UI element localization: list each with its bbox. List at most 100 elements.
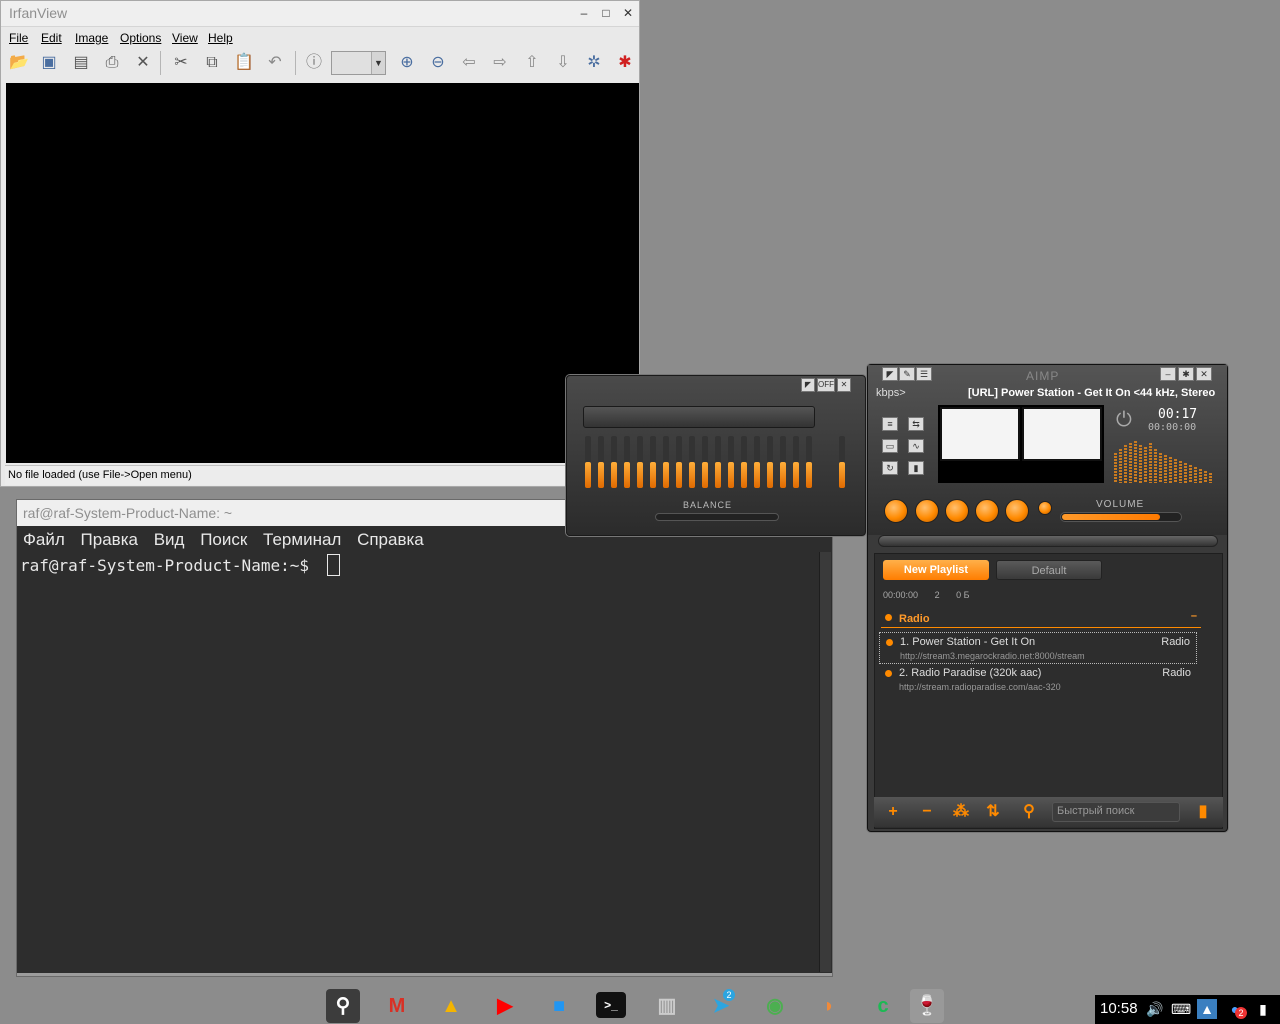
menu-file[interactable]: Файл <box>23 530 65 549</box>
eq-band-slider[interactable] <box>741 436 747 488</box>
youtube-icon[interactable]: ▶ <box>488 989 522 1023</box>
tab-default[interactable]: Default <box>996 560 1102 580</box>
eq-toggle-button[interactable]: ∿ <box>908 439 924 453</box>
quick-search-input[interactable]: Быстрый поиск <box>1052 802 1180 822</box>
eq-band-slider[interactable] <box>676 436 682 488</box>
search-icon[interactable]: ⚲ <box>1018 802 1040 822</box>
drive-icon[interactable]: ▲ <box>434 989 468 1023</box>
zoom-out-icon[interactable]: ⊖ <box>426 51 450 75</box>
remove-icon[interactable]: − <box>916 802 938 822</box>
balance-slider[interactable] <box>655 513 779 521</box>
eq-band-slider[interactable] <box>663 436 669 488</box>
power-icon[interactable]: ⏻ <box>1116 409 1132 432</box>
volume-icon[interactable]: 🔊 <box>1145 999 1165 1019</box>
aimp-settings-button[interactable]: ✎ <box>899 367 915 381</box>
next-button[interactable] <box>1005 499 1029 523</box>
eq-band-slider[interactable] <box>715 436 721 488</box>
gmail-icon[interactable]: M <box>380 989 414 1023</box>
repeat-button[interactable]: ↻ <box>882 461 898 475</box>
menu-edit[interactable]: Правка <box>81 530 138 549</box>
add-icon[interactable]: + <box>882 802 904 822</box>
aimp-skin-button[interactable]: ☰ <box>916 367 932 381</box>
eq-band-slider[interactable] <box>754 436 760 488</box>
app-icon[interactable]: ◗ <box>812 989 846 1023</box>
last-file-icon[interactable]: ⇩ <box>551 51 575 75</box>
menu-help[interactable]: Help <box>208 31 233 45</box>
pin-button[interactable]: ✱ <box>1178 367 1194 381</box>
playlist-button[interactable]: ▭ <box>882 439 898 453</box>
eq-band-slider[interactable] <box>598 436 604 488</box>
terminal-icon[interactable]: >_ <box>596 992 626 1018</box>
keyboard-icon[interactable]: ⌨ <box>1171 999 1191 1019</box>
clock[interactable]: 10:58 <box>1100 1000 1138 1017</box>
eq-band-slider[interactable] <box>806 436 812 488</box>
next-icon[interactable]: ⇨ <box>488 51 512 75</box>
zoom-in-icon[interactable]: ⊕ <box>395 51 419 75</box>
save-icon[interactable]: ▤ <box>69 51 93 75</box>
info-icon[interactable]: ⓘ <box>302 51 326 75</box>
print-icon[interactable]: ⎙ <box>100 51 124 75</box>
menu-view[interactable]: View <box>172 31 198 45</box>
paste-icon[interactable]: 📋 <box>232 51 256 75</box>
eject-button[interactable] <box>1038 501 1052 515</box>
menu-help[interactable]: Справка <box>357 530 424 549</box>
pause-button[interactable] <box>915 499 939 523</box>
ab-repeat-button[interactable]: ≡ <box>882 417 898 431</box>
zoom-select[interactable]: ▼ <box>331 51 386 75</box>
maximize-button[interactable]: □ <box>597 4 615 22</box>
list-item[interactable]: 1. Power Station - Get It On http://stre… <box>879 632 1197 664</box>
copy-icon[interactable]: ⧉ <box>200 51 224 75</box>
delete-icon[interactable]: ✕ <box>131 51 155 75</box>
menu-options[interactable]: Options <box>120 31 161 45</box>
eq-off-button[interactable]: OFF <box>817 378 835 392</box>
eq-preset-bar[interactable] <box>583 406 815 428</box>
tab-new-playlist[interactable]: New Playlist <box>883 560 989 580</box>
settings-icon[interactable]: ✲ <box>582 51 606 75</box>
minimize-button[interactable]: – <box>1160 367 1176 381</box>
sort-icon[interactable]: ⇅ <box>982 802 1004 822</box>
menu-terminal[interactable]: Терминал <box>263 530 341 549</box>
eq-band-slider[interactable] <box>728 436 734 488</box>
about-icon[interactable]: ✱ <box>613 51 637 75</box>
eq-band-slider[interactable] <box>585 436 591 488</box>
thumbnails-icon[interactable]: ▣ <box>37 51 61 75</box>
eq-band-slider[interactable] <box>611 436 617 488</box>
minimize-button[interactable]: – <box>575 4 593 22</box>
wifi-icon[interactable]: ▮ <box>1253 999 1273 1019</box>
shuffle-button[interactable]: ⇆ <box>908 417 924 431</box>
collapse-icon[interactable]: – <box>1191 610 1197 622</box>
wine-icon[interactable]: 🍷 <box>910 989 944 1023</box>
image-canvas[interactable] <box>6 83 639 463</box>
eq-band-slider[interactable] <box>767 436 773 488</box>
menu-image[interactable]: Image <box>75 31 108 45</box>
previous-button[interactable] <box>975 499 999 523</box>
stop-button[interactable] <box>945 499 969 523</box>
visualization-button[interactable]: ▮ <box>908 461 924 475</box>
eq-band-slider[interactable] <box>624 436 630 488</box>
clipgrab-icon[interactable]: ᴄ <box>866 989 900 1023</box>
menu-file[interactable]: File <box>9 31 28 45</box>
close-icon[interactable]: ✕ <box>837 378 851 392</box>
eq-band-slider[interactable] <box>702 436 708 488</box>
eq-band-slider[interactable] <box>689 436 695 488</box>
cut-icon[interactable]: ✂ <box>169 51 193 75</box>
file-icon[interactable]: ▮ <box>1192 802 1214 822</box>
seek-bar[interactable] <box>878 535 1218 547</box>
close-button[interactable]: ✕ <box>1196 367 1212 381</box>
playlist-group[interactable]: Radio – <box>881 608 1201 628</box>
eq-band-slider[interactable] <box>780 436 786 488</box>
menu-view[interactable]: Вид <box>154 530 185 549</box>
irfanview-titlebar[interactable]: IrfanView – □ ✕ <box>1 1 639 27</box>
eq-band-slider[interactable] <box>793 436 799 488</box>
eq-band-slider[interactable] <box>637 436 643 488</box>
trash-icon[interactable]: ▥ <box>650 989 684 1023</box>
eq-preamp-slider[interactable] <box>839 436 845 488</box>
open-folder-icon[interactable]: 📂 <box>7 51 31 75</box>
undo-icon[interactable]: ↶ <box>263 51 287 75</box>
eq-menu-button[interactable]: ◤ <box>801 378 815 392</box>
chrome-icon[interactable]: ◉ <box>758 989 792 1023</box>
select-icon[interactable]: ⁂ <box>950 802 972 822</box>
scrollbar[interactable] <box>819 552 831 972</box>
shell-prompt[interactable]: raf@raf-System-Product-Name:~$ <box>20 556 309 575</box>
user-icon[interactable]: ▲ <box>1197 999 1217 1019</box>
